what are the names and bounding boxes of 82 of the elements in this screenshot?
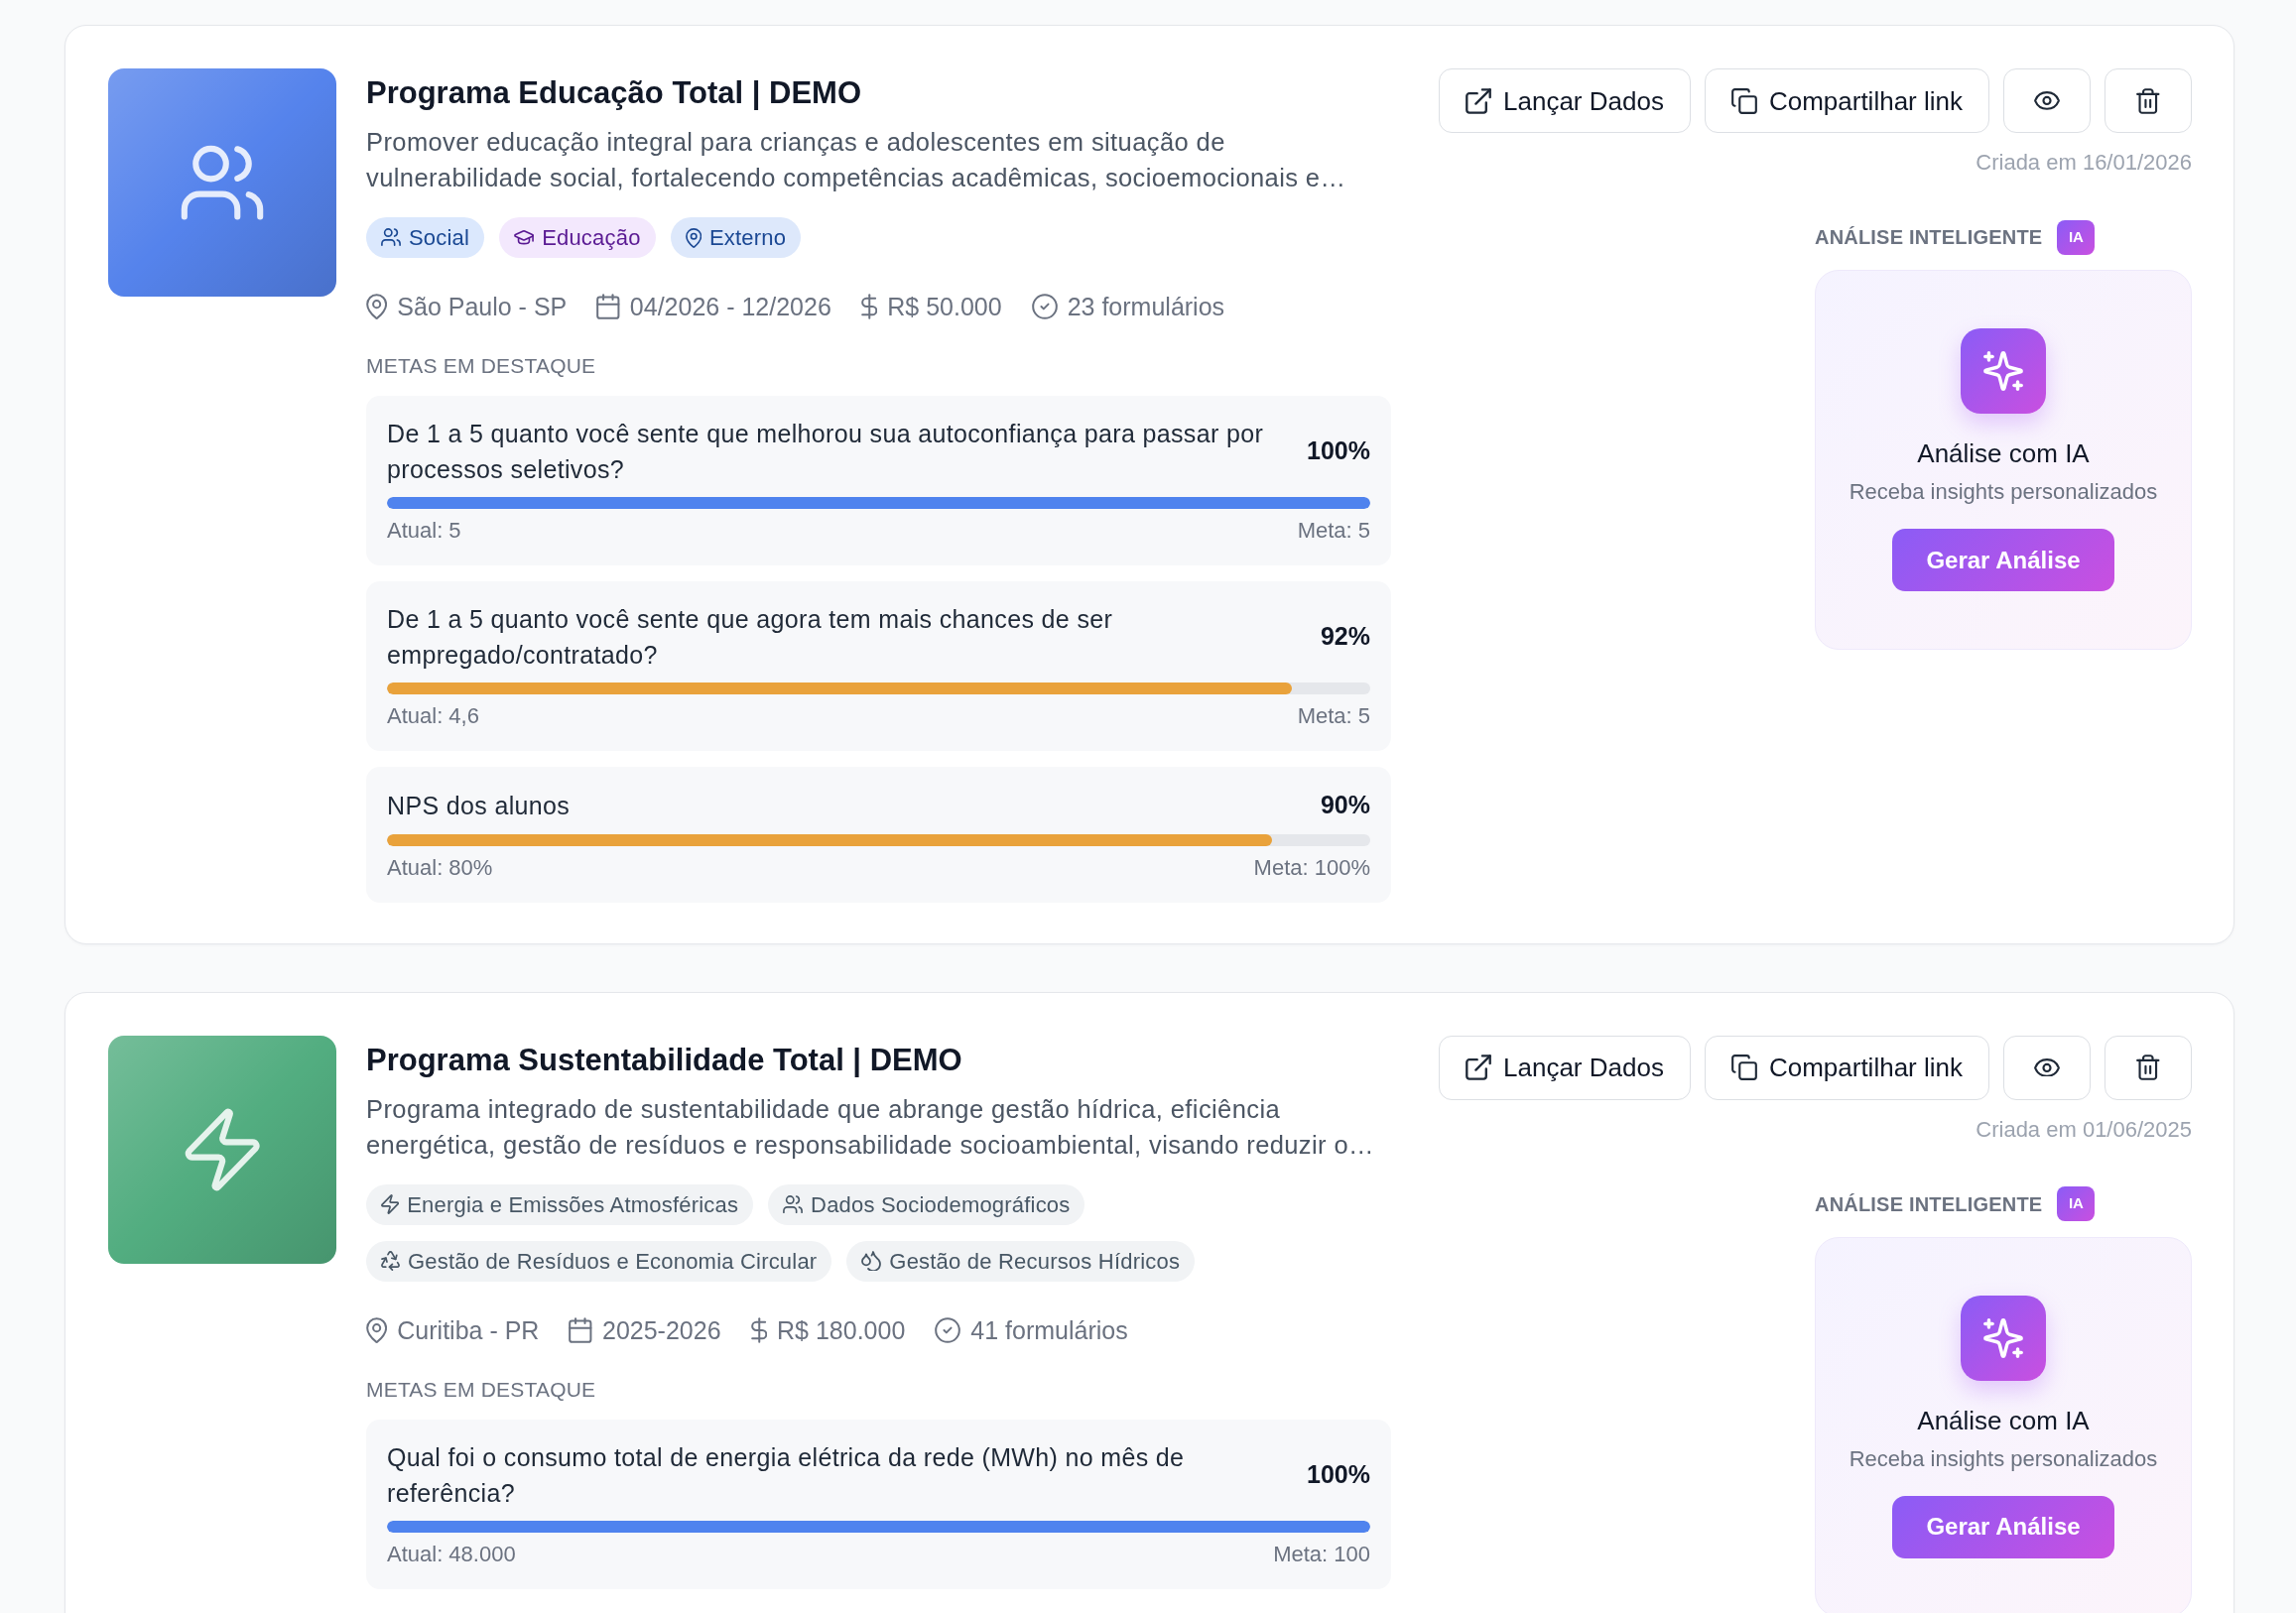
ai-tag: IA (2057, 1186, 2096, 1221)
current-value: Atual: 80% (387, 853, 493, 882)
goal-question: De 1 a 5 quanto você sente que agora tem mais chances de ser empregado/contratado? (387, 604, 1114, 671)
dollar-sign-icon (860, 294, 878, 319)
calendar-icon (596, 294, 620, 319)
tag-label: Social (409, 224, 470, 252)
users-icon (381, 228, 401, 247)
dollar-sign-icon (750, 1316, 768, 1343)
share-link-button[interactable]: Compartilhar link (1704, 68, 1989, 133)
trash-icon (2136, 1055, 2160, 1080)
map-pin-icon (366, 1316, 388, 1343)
goal-question: NPS dos alunos (387, 790, 572, 821)
location-text: São Paulo - SP (397, 292, 568, 322)
delete-button[interactable] (2105, 1035, 2192, 1100)
tag-label: Energia e Emissões Atmosféricas (407, 1190, 739, 1219)
program-description: Programa integrado de sustentabilidade que abrange gestão hídrica, eficiência energética, gestão de resíduos e responsabilidade socioambiental, visando reduzir o… (366, 1093, 1375, 1161)
calendar-icon (569, 1316, 592, 1343)
budget-text: R$ 50.000 (887, 292, 1002, 322)
goal-percent: 100% (1307, 1458, 1370, 1490)
generate-analysis-button[interactable]: Gerar Análise (1892, 1495, 2114, 1558)
view-button[interactable] (2003, 1035, 2091, 1100)
sparkle-icon (1961, 328, 2046, 414)
program-title: Programa Sustentabilidade Total | DEMO (366, 1042, 963, 1078)
budget-text: R$ 180.000 (777, 1314, 906, 1346)
goal-percent: 92% (1320, 621, 1370, 653)
copy-icon (1730, 87, 1757, 114)
goal-question: Qual foi o consumo total de energia elétrica da rede (MWh) no mês de referência? (387, 1441, 1186, 1509)
ai-panel-subtitle: Receba insights personalizados (1849, 478, 2158, 506)
ai-section-heading: ANÁLISE INTELIGENTE (1815, 225, 2043, 250)
tag-label: Dados Sociodemográficos (811, 1190, 1071, 1219)
goal-question: De 1 a 5 quanto você sente que melhorou sua autoconfiança para passar por processos seletivos? (387, 419, 1265, 485)
period-text: 04/2026 - 12/2026 (629, 292, 831, 322)
launch-data-button[interactable]: Lançar Dados (1439, 68, 1691, 133)
forms-count-text: 23 formulários (1067, 292, 1225, 322)
ai-panel-title: Análise com IA (1917, 437, 2090, 470)
created-date: Criada em 01/06/2025 (1976, 1115, 2192, 1144)
tag-label: Gestão de Recursos Hídricos (889, 1247, 1181, 1276)
current-value: Atual: 48.000 (387, 1540, 516, 1568)
ai-panel-title: Análise com IA (1917, 1404, 2090, 1437)
map-pin-icon (366, 294, 388, 319)
droplets-icon (861, 1251, 882, 1271)
generate-analysis-button[interactable]: Gerar Análise (1892, 529, 2114, 591)
target-value: Meta: 100 (1273, 1540, 1370, 1568)
created-date: Criada em 16/01/2026 (1976, 149, 2192, 177)
tag-label: Gestão de Resíduos e Economia Circular (408, 1247, 818, 1276)
target-value: Meta: 5 (1297, 517, 1370, 545)
program-description: Promover educação integral para crianças e adolescentes em situação de vulnerabilidade social, fortalecendo competências acadêmicas, socioemocionais e… (366, 127, 1347, 193)
delete-button[interactable] (2105, 68, 2192, 133)
ai-tag: IA (2057, 219, 2096, 255)
target-value: Meta: 5 (1297, 702, 1370, 730)
graduation-cap-icon (514, 230, 535, 245)
sparkle-icon (1961, 1295, 2046, 1381)
location-text: Curitiba - PR (397, 1314, 540, 1346)
launch-data-button[interactable]: Lançar Dados (1439, 1035, 1691, 1100)
lightning-icon (381, 1194, 400, 1214)
share-link-button[interactable]: Compartilhar link (1704, 1035, 1989, 1100)
tag-label: Educação (542, 224, 641, 252)
eye-icon (2034, 1057, 2060, 1077)
tag-label: Externo (708, 224, 787, 252)
forms-count-text: 41 formulários (970, 1314, 1128, 1346)
view-button[interactable] (2003, 68, 2091, 133)
external-link-icon (1466, 1055, 1492, 1080)
external-link-icon (1466, 87, 1492, 114)
target-value: Meta: 100% (1253, 853, 1370, 882)
eye-icon (2034, 91, 2060, 110)
goal-percent: 100% (1307, 435, 1370, 467)
current-value: Atual: 5 (387, 517, 461, 545)
goals-heading: METAS EM DESTAQUE (366, 353, 597, 379)
check-circle-icon (1031, 294, 1058, 319)
recycle-icon (381, 1251, 400, 1271)
map-pin-icon (685, 227, 702, 248)
users-icon (783, 1194, 804, 1214)
goal-percent: 90% (1320, 790, 1370, 820)
ai-panel-subtitle: Receba insights personalizados (1849, 1444, 2158, 1473)
check-circle-icon (935, 1316, 961, 1343)
copy-icon (1730, 1055, 1757, 1080)
current-value: Atual: 4,6 (387, 702, 479, 730)
period-text: 2025-2026 (602, 1314, 721, 1346)
goals-heading: METAS EM DESTAQUE (366, 1376, 597, 1403)
trash-icon (2136, 87, 2160, 114)
program-title: Programa Educação Total | DEMO (366, 75, 863, 111)
ai-section-heading: ANÁLISE INTELIGENTE (1815, 1191, 2043, 1217)
